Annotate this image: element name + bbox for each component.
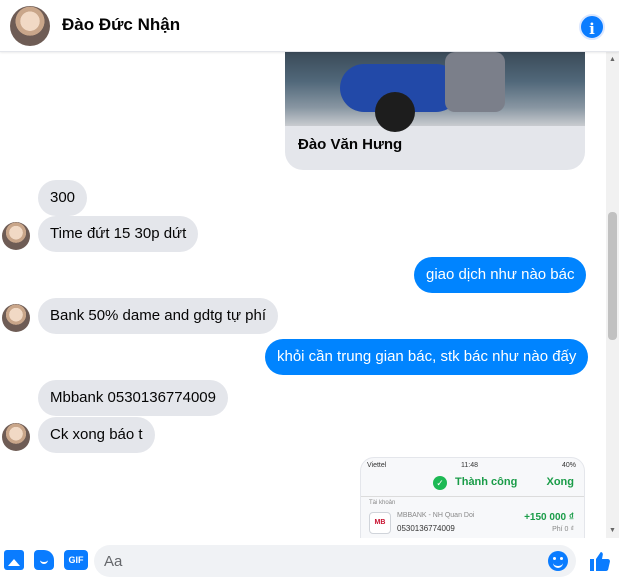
gif-icon[interactable]: GIF bbox=[64, 550, 88, 570]
message-bubble[interactable]: Bank 50% dame and gdtg tự phí bbox=[38, 298, 279, 334]
scroll-thumb[interactable] bbox=[608, 212, 617, 340]
message-bubble[interactable]: giao dịch như nào bác bbox=[414, 257, 587, 293]
done-label: Xong bbox=[546, 476, 575, 488]
message-list: Đào Văn Hưng 300 Time đứt 15 30p dứt gia… bbox=[0, 52, 606, 538]
contact-avatar[interactable] bbox=[10, 6, 50, 46]
bank-name: MBBANK - NH Quan Doi bbox=[397, 512, 475, 519]
transfer-amount: +150 000 ₫ bbox=[524, 512, 574, 523]
info-icon[interactable]: i bbox=[579, 14, 605, 40]
message-scrollbar[interactable]: ▲ ▼ bbox=[606, 52, 619, 538]
message-input[interactable] bbox=[104, 545, 534, 577]
message-bubble[interactable]: khỏi cần trung gian bác, stk bác như nào… bbox=[265, 339, 589, 375]
shared-card-caption: Đào Văn Hưng bbox=[298, 136, 403, 153]
check-icon: ✓ bbox=[433, 476, 447, 490]
message-bubble[interactable]: Time đứt 15 30p dứt bbox=[38, 216, 199, 252]
message-bubble[interactable]: Ck xong báo t bbox=[38, 417, 155, 453]
message-bubble[interactable]: Mbbank 0530136774009 bbox=[38, 380, 228, 416]
sticker-icon[interactable] bbox=[34, 550, 54, 570]
account-number: 0530136774009 bbox=[397, 524, 455, 533]
message-composer: GIF bbox=[0, 540, 619, 580]
sender-avatar bbox=[2, 304, 30, 332]
sender-avatar bbox=[2, 222, 30, 250]
sender-avatar bbox=[2, 423, 30, 451]
message-bubble[interactable]: 300 bbox=[38, 180, 88, 216]
message-input-wrapper bbox=[94, 545, 576, 577]
scroll-down-icon[interactable]: ▼ bbox=[609, 527, 616, 534]
transfer-fee: Phí 0 ₫ bbox=[552, 526, 574, 533]
conversation-header: Đào Đức Nhận i bbox=[0, 0, 619, 52]
transfer-receipt-image[interactable]: Viettel 11:48 40% ✓ Thành công Xong Tài … bbox=[360, 457, 585, 538]
receipt-time: 11:48 bbox=[461, 462, 478, 469]
photo-icon[interactable] bbox=[4, 550, 24, 570]
carrier-label: Viettel bbox=[367, 462, 387, 469]
contact-name[interactable]: Đào Đức Nhận bbox=[62, 15, 180, 35]
battery-label: 40% bbox=[561, 462, 576, 469]
shared-photo[interactable] bbox=[285, 52, 585, 132]
bank-logo-icon: MB bbox=[369, 512, 391, 534]
shared-image-card[interactable]: Đào Văn Hưng bbox=[285, 52, 585, 170]
scroll-up-icon[interactable]: ▲ bbox=[609, 56, 616, 63]
emoji-icon[interactable] bbox=[548, 551, 568, 571]
success-label: Thành công bbox=[455, 476, 518, 488]
from-account-label: Tài khoản bbox=[369, 500, 396, 506]
thumbs-up-icon[interactable] bbox=[588, 549, 612, 573]
